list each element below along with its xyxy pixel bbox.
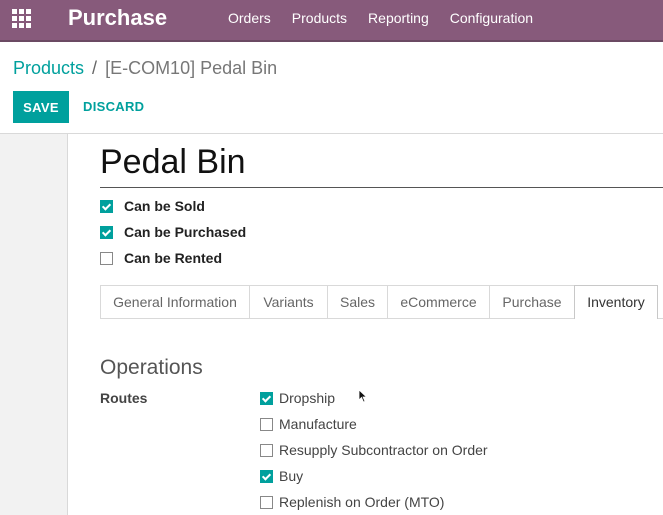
tab-general-information[interactable]: General Information	[100, 285, 250, 318]
menu-configuration[interactable]: Configuration	[450, 0, 533, 40]
operations-section-title: Operations	[100, 356, 203, 379]
product-name-field[interactable]: Pedal Bin	[100, 141, 246, 183]
discard-button[interactable]: DISCARD	[83, 99, 144, 115]
route-dropship-label: Dropship	[279, 390, 336, 406]
can-be-rented-label: Can be Rented	[124, 250, 223, 266]
apps-grid-icon[interactable]	[12, 9, 32, 29]
breadcrumb: Products / [E-COM10] Pedal Bin	[13, 56, 277, 80]
menu-products[interactable]: Products	[292, 0, 347, 40]
route-replenish-mto-label: Replenish on Order (MTO)	[279, 494, 445, 510]
breadcrumb-products-link[interactable]: Products	[13, 58, 84, 78]
route-manufacture-label: Manufacture	[279, 416, 357, 432]
tab-variants[interactable]: Variants	[249, 285, 328, 318]
mouse-cursor-icon	[358, 389, 368, 403]
can-be-purchased-label: Can be Purchased	[124, 224, 247, 240]
route-manufacture-checkbox[interactable]	[260, 418, 273, 431]
top-navbar: Purchase Orders Products Reporting Confi…	[0, 0, 663, 42]
can-be-sold-checkbox[interactable]	[100, 200, 113, 213]
route-resupply-subcontractor-checkbox[interactable]	[260, 444, 273, 457]
route-replenish-mto-checkbox[interactable]	[260, 496, 273, 509]
tab-sales[interactable]: Sales	[327, 285, 388, 318]
breadcrumb-current: [E-COM10] Pedal Bin	[105, 58, 278, 78]
menu-reporting[interactable]: Reporting	[368, 0, 429, 40]
tab-ecommerce[interactable]: eCommerce	[387, 285, 490, 318]
can-be-rented-checkbox[interactable]	[100, 252, 113, 265]
tab-purchase[interactable]: Purchase	[489, 285, 575, 318]
save-button[interactable]: SAVE	[13, 91, 69, 123]
main-menu: Orders Products Reporting Configuration	[228, 0, 554, 40]
can-be-purchased-checkbox[interactable]	[100, 226, 113, 239]
app-name[interactable]: Purchase	[68, 5, 167, 31]
menu-orders[interactable]: Orders	[228, 0, 271, 40]
product-name-underline	[100, 187, 663, 188]
route-buy-checkbox[interactable]	[260, 470, 273, 483]
breadcrumb-separator: /	[92, 58, 98, 78]
route-buy-label: Buy	[279, 468, 304, 484]
can-be-sold-label: Can be Sold	[124, 198, 205, 214]
routes-label: Routes	[100, 390, 148, 406]
tab-inventory[interactable]: Inventory	[574, 285, 658, 319]
route-dropship-checkbox[interactable]	[260, 392, 273, 405]
route-resupply-subcontractor-label: Resupply Subcontractor on Order	[279, 442, 488, 458]
